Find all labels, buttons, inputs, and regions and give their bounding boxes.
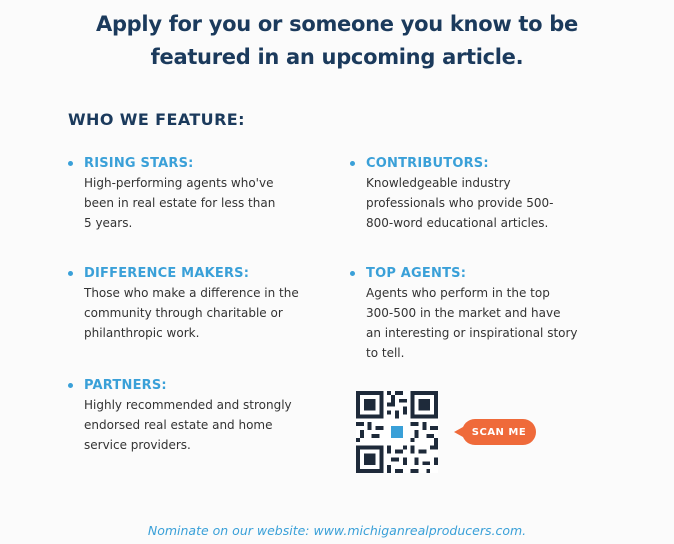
bullet-icon bbox=[68, 270, 73, 276]
feature-title: RISING STARS: bbox=[84, 155, 194, 171]
description-line: Agents who perform in the top bbox=[366, 286, 550, 300]
description-line: Those who make a difference in the bbox=[84, 286, 299, 300]
scan-me-button[interactable]: SCAN ME bbox=[454, 419, 536, 445]
description-line: endorsed real estate and home bbox=[84, 418, 273, 432]
bullet-icon bbox=[68, 160, 73, 166]
description-line: Highly recommended and strongly bbox=[84, 398, 292, 412]
headline: Apply for you or someone you know to be … bbox=[0, 8, 674, 74]
description-line: been in real estate for less than bbox=[84, 196, 276, 210]
description-line: 800-word educational articles. bbox=[366, 216, 549, 230]
scan-me-label: SCAN ME bbox=[471, 426, 527, 438]
feature-title: DIFFERENCE MAKERS: bbox=[84, 265, 250, 281]
footer-nominate-link[interactable]: Nominate on our website: www.michiganrea… bbox=[0, 523, 674, 538]
section-title: WHO WE FEATURE: bbox=[68, 110, 245, 129]
feature-description: Those who make a difference in the commu… bbox=[84, 283, 339, 343]
feature-top-agents: TOP AGENTS: Agents who perform in the to… bbox=[350, 264, 621, 363]
description-line: Knowledgeable industry bbox=[366, 176, 511, 190]
description-line: 300-500 in the market and have bbox=[366, 306, 561, 320]
feature-description: Highly recommended and strongly endorsed… bbox=[84, 395, 339, 455]
feature-description: Knowledgeable industry professionals who… bbox=[366, 173, 621, 233]
description-line: service providers. bbox=[84, 438, 191, 452]
description-line: an interesting or inspirational story bbox=[366, 326, 578, 340]
feature-title: TOP AGENTS: bbox=[366, 265, 467, 281]
description-line: professionals who provide 500- bbox=[366, 196, 554, 210]
headline-line-1: Apply for you or someone you know to be bbox=[96, 12, 578, 36]
headline-line-2: featured in an upcoming article. bbox=[150, 45, 524, 69]
description-line: to tell. bbox=[366, 346, 405, 360]
description-line: High-performing agents who've bbox=[84, 176, 274, 190]
feature-description: Agents who perform in the top 300-500 in… bbox=[366, 283, 621, 363]
feature-contributors: CONTRIBUTORS: Knowledgeable industry pro… bbox=[350, 154, 621, 233]
feature-difference-makers: DIFFERENCE MAKERS: Those who make a diff… bbox=[68, 264, 339, 343]
bullet-icon bbox=[68, 382, 73, 388]
feature-rising-stars: RISING STARS: High-performing agents who… bbox=[68, 154, 339, 233]
description-line: 5 years. bbox=[84, 216, 133, 230]
bullet-icon bbox=[350, 160, 355, 166]
feature-title: CONTRIBUTORS: bbox=[366, 155, 489, 171]
description-line: philanthropic work. bbox=[84, 326, 200, 340]
feature-title: PARTNERS: bbox=[84, 377, 167, 393]
qr-code[interactable] bbox=[356, 391, 438, 473]
qr-code-icon bbox=[356, 391, 438, 473]
description-line: community through charitable or bbox=[84, 306, 283, 320]
feature-partners: PARTNERS: Highly recommended and strongl… bbox=[68, 376, 339, 455]
feature-description: High-performing agents who've been in re… bbox=[84, 173, 339, 233]
bullet-icon bbox=[350, 270, 355, 276]
